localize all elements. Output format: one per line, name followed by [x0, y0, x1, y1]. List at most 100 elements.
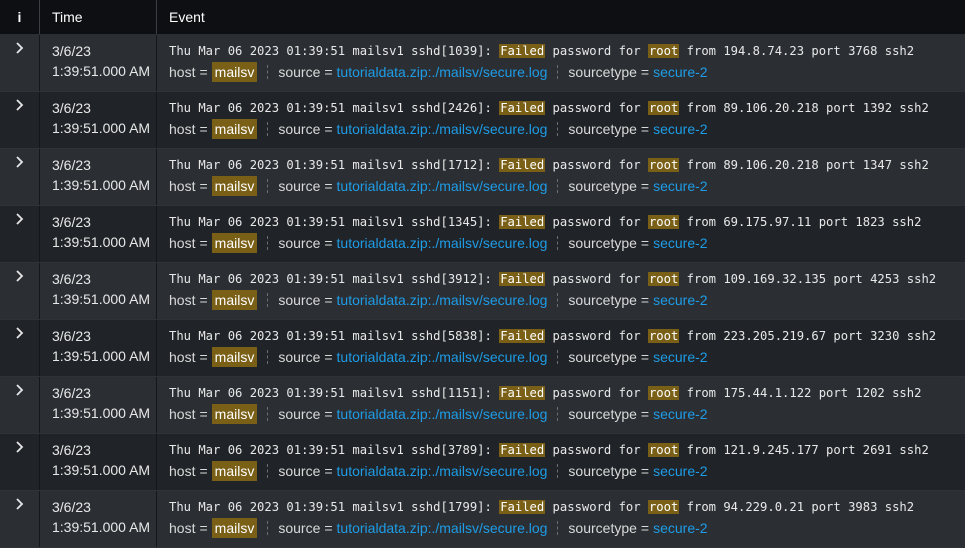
chevron-right-icon [15, 213, 23, 225]
field-divider [267, 407, 269, 421]
highlight-root[interactable]: root [647, 101, 680, 115]
sourcetype-label: sourcetype [568, 121, 637, 137]
equals-sign: = [640, 178, 650, 194]
host-value[interactable]: mailsv [211, 233, 258, 253]
source-value[interactable]: tutorialdata.zip:./mailsv/secure.log [337, 290, 548, 310]
highlight-failed[interactable]: Failed [499, 215, 546, 229]
host-value[interactable]: mailsv [211, 347, 258, 367]
raw-event-text[interactable]: Thu Mar 06 2023 01:39:51 mailsv1 sshd[24… [169, 98, 965, 119]
highlight-failed[interactable]: Failed [499, 44, 546, 58]
source-value[interactable]: tutorialdata.zip:./mailsv/secure.log [337, 176, 548, 196]
chevron-right-icon [15, 99, 23, 111]
field-divider [267, 350, 269, 364]
highlight-failed[interactable]: Failed [499, 272, 546, 286]
sourcetype-value[interactable]: secure-2 [653, 461, 707, 481]
equals-sign: = [199, 463, 208, 479]
highlight-failed[interactable]: Failed [499, 158, 546, 172]
host-value[interactable]: mailsv [211, 404, 258, 424]
expand-row-button[interactable] [0, 206, 40, 262]
equals-sign: = [324, 463, 333, 479]
highlight-root[interactable]: root [647, 44, 680, 58]
sourcetype-value[interactable]: secure-2 [653, 347, 707, 367]
host-value[interactable]: mailsv [211, 518, 258, 538]
raw-mid: password for [545, 158, 648, 172]
field-divider [557, 464, 559, 478]
raw-event-text[interactable]: Thu Mar 06 2023 01:39:51 mailsv1 sshd[13… [169, 212, 965, 233]
host-label: host [169, 121, 196, 137]
expand-row-button[interactable] [0, 434, 40, 490]
sourcetype-value[interactable]: secure-2 [653, 518, 707, 538]
sourcetype-value[interactable]: secure-2 [653, 404, 707, 424]
highlight-failed[interactable]: Failed [499, 329, 546, 343]
highlight-root[interactable]: root [647, 158, 680, 172]
highlight-root[interactable]: root [647, 386, 680, 400]
source-value[interactable]: tutorialdata.zip:./mailsv/secure.log [337, 119, 548, 139]
equals-sign: = [324, 406, 333, 422]
host-value[interactable]: mailsv [211, 290, 258, 310]
equals-sign: = [640, 235, 650, 251]
sourcetype-value[interactable]: secure-2 [653, 290, 707, 310]
event-fields: host = mailsv source = tutorialdata.zip:./ma… [169, 62, 965, 82]
event-row: 3/6/23 1:39:51.000 AM Thu Mar 06 2023 01… [0, 149, 965, 206]
raw-suffix: from 121.9.245.177 port 2691 ssh2 [679, 443, 929, 457]
sourcetype-value[interactable]: secure-2 [653, 176, 707, 196]
info-column-header[interactable]: i [0, 0, 40, 34]
source-value[interactable]: tutorialdata.zip:./mailsv/secure.log [337, 233, 548, 253]
source-value[interactable]: tutorialdata.zip:./mailsv/secure.log [337, 461, 548, 481]
highlight-root[interactable]: root [647, 272, 680, 286]
raw-event-text[interactable]: Thu Mar 06 2023 01:39:51 mailsv1 sshd[37… [169, 440, 965, 461]
field-divider [557, 65, 559, 79]
time-column-header[interactable]: Time [40, 0, 157, 34]
event-body: Thu Mar 06 2023 01:39:51 mailsv1 sshd[58… [157, 320, 965, 376]
equals-sign: = [640, 406, 650, 422]
event-row: 3/6/23 1:39:51.000 AM Thu Mar 06 2023 01… [0, 377, 965, 434]
event-date: 3/6/23 [52, 157, 91, 173]
event-column-header[interactable]: Event [157, 0, 965, 34]
raw-event-text[interactable]: Thu Mar 06 2023 01:39:51 mailsv1 sshd[11… [169, 383, 965, 404]
expand-row-button[interactable] [0, 491, 40, 547]
raw-event-text[interactable]: Thu Mar 06 2023 01:39:51 mailsv1 sshd[10… [169, 41, 965, 62]
source-value[interactable]: tutorialdata.zip:./mailsv/secure.log [337, 518, 548, 538]
sourcetype-value[interactable]: secure-2 [653, 119, 707, 139]
raw-event-text[interactable]: Thu Mar 06 2023 01:39:51 mailsv1 sshd[58… [169, 326, 965, 347]
raw-mid: password for [545, 272, 648, 286]
event-time: 3/6/23 1:39:51.000 AM [40, 92, 157, 148]
event-date: 3/6/23 [52, 214, 91, 230]
source-value[interactable]: tutorialdata.zip:./mailsv/secure.log [337, 62, 548, 82]
expand-row-button[interactable] [0, 377, 40, 433]
raw-event-text[interactable]: Thu Mar 06 2023 01:39:51 mailsv1 sshd[39… [169, 269, 965, 290]
source-value[interactable]: tutorialdata.zip:./mailsv/secure.log [337, 404, 548, 424]
raw-suffix: from 109.169.32.135 port 4253 ssh2 [679, 272, 937, 286]
expand-row-button[interactable] [0, 320, 40, 376]
equals-sign: = [640, 121, 650, 137]
expand-row-button[interactable] [0, 35, 40, 91]
host-label: host [169, 406, 196, 422]
raw-event-text[interactable]: Thu Mar 06 2023 01:39:51 mailsv1 sshd[17… [169, 497, 965, 518]
expand-row-button[interactable] [0, 263, 40, 319]
raw-event-text[interactable]: Thu Mar 06 2023 01:39:51 mailsv1 sshd[17… [169, 155, 965, 176]
highlight-root[interactable]: root [647, 329, 680, 343]
field-divider [557, 122, 559, 136]
expand-row-button[interactable] [0, 92, 40, 148]
field-divider [557, 407, 559, 421]
expand-row-button[interactable] [0, 149, 40, 205]
event-date: 3/6/23 [52, 499, 91, 515]
raw-prefix: Thu Mar 06 2023 01:39:51 mailsv1 sshd[58… [169, 329, 500, 343]
highlight-root[interactable]: root [647, 215, 680, 229]
sourcetype-value[interactable]: secure-2 [653, 233, 707, 253]
highlight-failed[interactable]: Failed [499, 500, 546, 514]
host-value[interactable]: mailsv [211, 62, 258, 82]
chevron-right-icon [15, 498, 23, 510]
host-value[interactable]: mailsv [211, 461, 258, 481]
sourcetype-value[interactable]: secure-2 [653, 62, 707, 82]
source-value[interactable]: tutorialdata.zip:./mailsv/secure.log [337, 347, 548, 367]
highlight-failed[interactable]: Failed [499, 101, 546, 115]
host-value[interactable]: mailsv [211, 119, 258, 139]
highlight-failed[interactable]: Failed [499, 443, 546, 457]
highlight-root[interactable]: root [647, 443, 680, 457]
host-value[interactable]: mailsv [211, 176, 258, 196]
event-row: 3/6/23 1:39:51.000 AM Thu Mar 06 2023 01… [0, 92, 965, 149]
event-fields: host = mailsv source = tutorialdata.zip:./ma… [169, 404, 965, 424]
highlight-root[interactable]: root [647, 500, 680, 514]
highlight-failed[interactable]: Failed [499, 386, 546, 400]
